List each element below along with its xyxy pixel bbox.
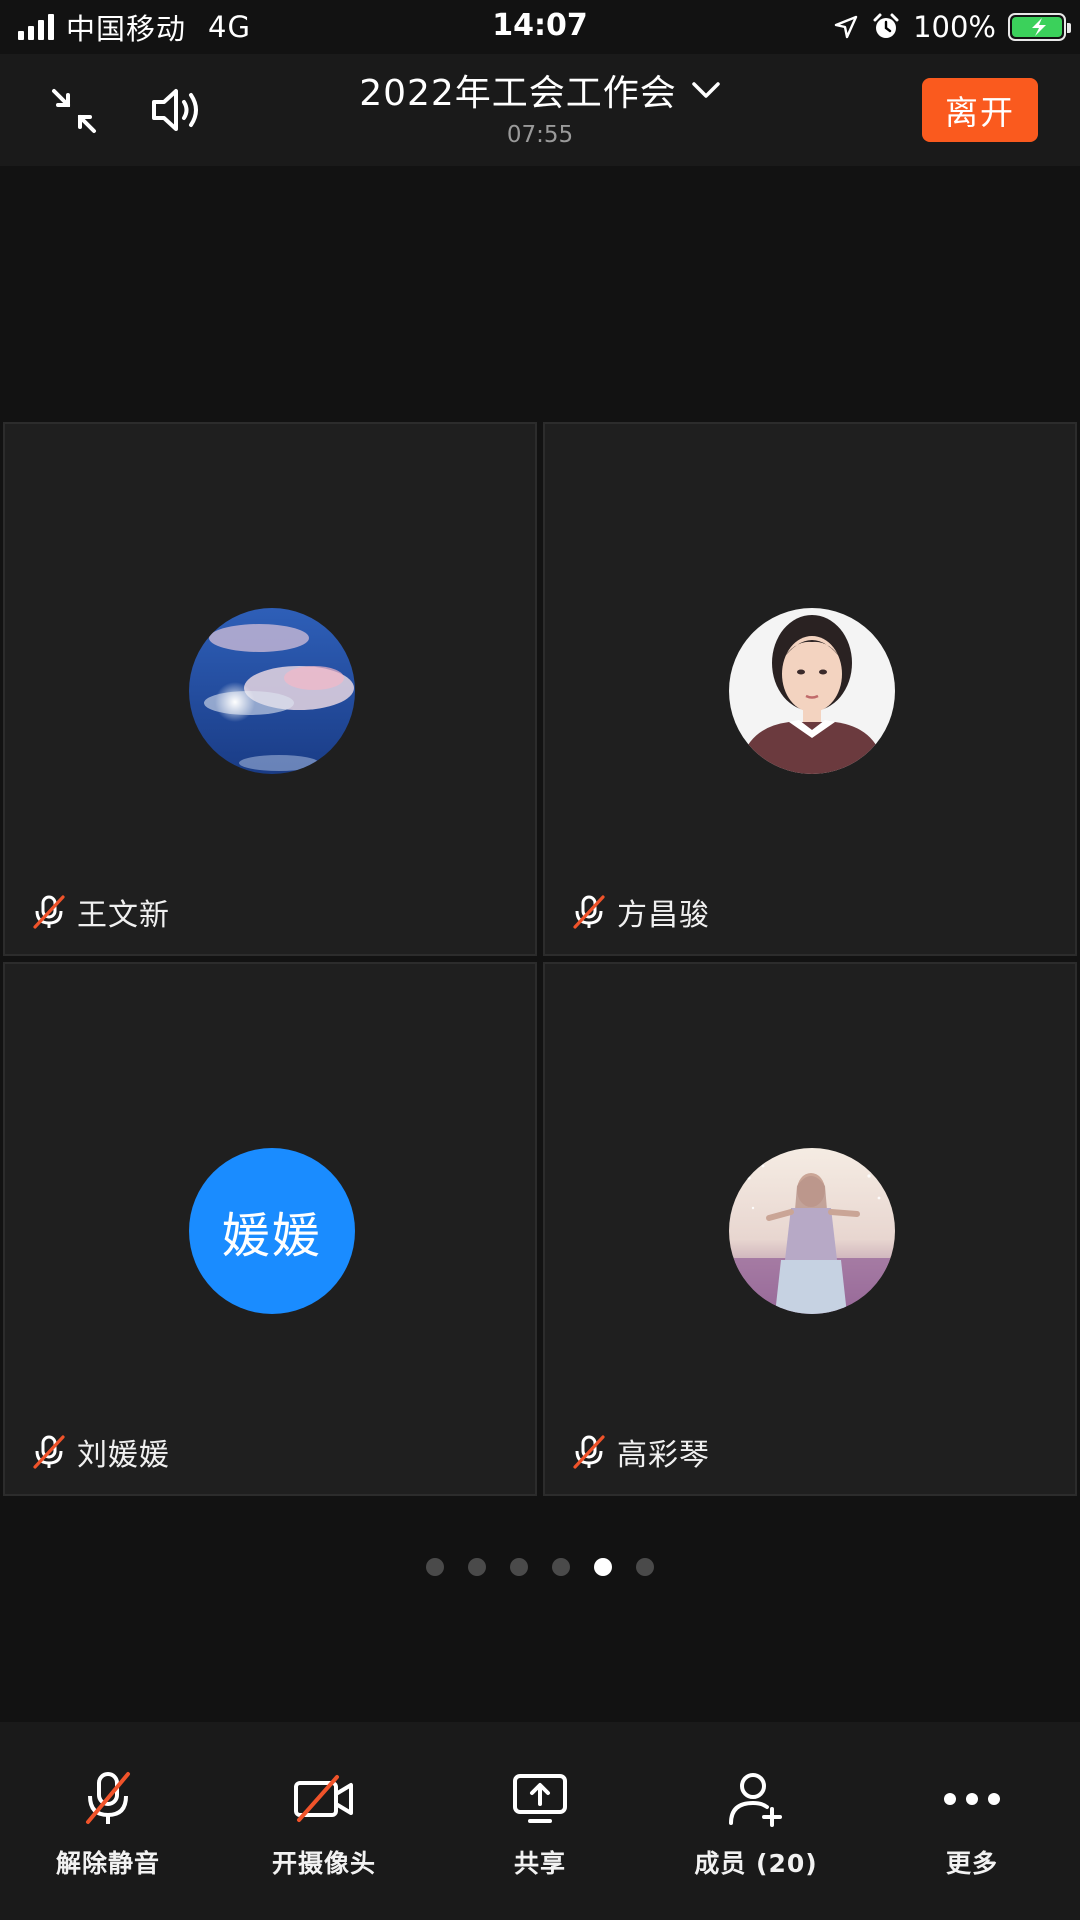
- participant-name: 方昌骏: [617, 898, 710, 933]
- leave-button[interactable]: 离开: [922, 78, 1038, 142]
- meeting-timer: 07:55: [506, 122, 574, 148]
- page-indicator: [0, 1558, 1080, 1576]
- participant-tile[interactable]: 高彩琴: [543, 962, 1077, 1496]
- participant-tile[interactable]: 媛媛 刘媛媛: [3, 962, 537, 1496]
- camera-on-button[interactable]: 开摄像头: [216, 1722, 432, 1920]
- page-dot[interactable]: [552, 1558, 570, 1576]
- bottom-toolbar: 解除静音 开摄像头 共享 成员 (20) 更多: [0, 1722, 1080, 1920]
- page-dot[interactable]: [636, 1558, 654, 1576]
- participant-name: 高彩琴: [617, 1438, 710, 1473]
- share-label: 共享: [513, 1849, 566, 1878]
- participant-grid: 王文新 方昌骏 媛媛 刘媛媛 高彩琴: [3, 422, 1077, 1496]
- alarm-icon: [873, 13, 899, 38]
- participant-tile[interactable]: 方昌骏: [543, 422, 1077, 956]
- battery-percent: 100%: [913, 10, 996, 44]
- page-dot[interactable]: [510, 1558, 528, 1576]
- page-dot[interactable]: [426, 1558, 444, 1576]
- mic-muted-icon: [73, 1768, 143, 1830]
- more-icon: [937, 1768, 1007, 1830]
- mic-muted-icon: [33, 895, 65, 929]
- camera-on-label: 开摄像头: [271, 1849, 376, 1878]
- meeting-title-button[interactable]: 2022年工会工作会: [359, 64, 721, 116]
- participant-avatar: [729, 608, 895, 774]
- participant-tile[interactable]: 王文新: [3, 422, 537, 956]
- participant-avatar: 媛媛: [189, 1148, 355, 1314]
- participant-name: 刘媛媛: [77, 1438, 170, 1473]
- unmute-label: 解除静音: [55, 1849, 160, 1878]
- members-button[interactable]: 成员 (20): [648, 1722, 864, 1920]
- members-label: 成员 (20): [694, 1849, 818, 1878]
- chevron-down-icon: [692, 82, 720, 98]
- mic-muted-icon: [573, 1435, 605, 1469]
- camera-off-icon: [289, 1768, 359, 1830]
- participant-avatar: [189, 608, 355, 774]
- status-bar: 中国移动 4G 14:07 100%: [0, 0, 1080, 54]
- more-label: 更多: [945, 1849, 998, 1878]
- screen-share-icon: [505, 1768, 575, 1830]
- participant-name: 王文新: [77, 898, 170, 933]
- share-button[interactable]: 共享: [432, 1722, 648, 1920]
- add-member-icon: [721, 1768, 791, 1830]
- participant-avatar: [729, 1148, 895, 1314]
- participant-name-row: 高彩琴: [571, 1430, 710, 1474]
- participant-name-row: 王文新: [31, 890, 170, 934]
- participant-name-row: 方昌骏: [571, 890, 710, 934]
- more-button[interactable]: 更多: [864, 1722, 1080, 1920]
- page-dot[interactable]: [468, 1558, 486, 1576]
- location-arrow-icon: [834, 15, 858, 39]
- meeting-title: 2022年工会工作会: [359, 73, 677, 114]
- status-right: 100%: [833, 8, 1071, 46]
- battery-charging-icon: [1008, 13, 1071, 41]
- mic-muted-icon: [33, 1435, 65, 1469]
- mic-muted-icon: [573, 895, 605, 929]
- page-dot-active[interactable]: [594, 1558, 612, 1576]
- meeting-header: 2022年工会工作会 07:55 离开: [0, 54, 1080, 166]
- meeting-title-wrap: 2022年工会工作会: [0, 64, 1080, 116]
- meeting-screen: 中国移动 4G 14:07 100% 2022年工会工作会 07:55 离开 王…: [0, 0, 1080, 1920]
- unmute-button[interactable]: 解除静音: [0, 1722, 216, 1920]
- participant-name-row: 刘媛媛: [31, 1430, 170, 1474]
